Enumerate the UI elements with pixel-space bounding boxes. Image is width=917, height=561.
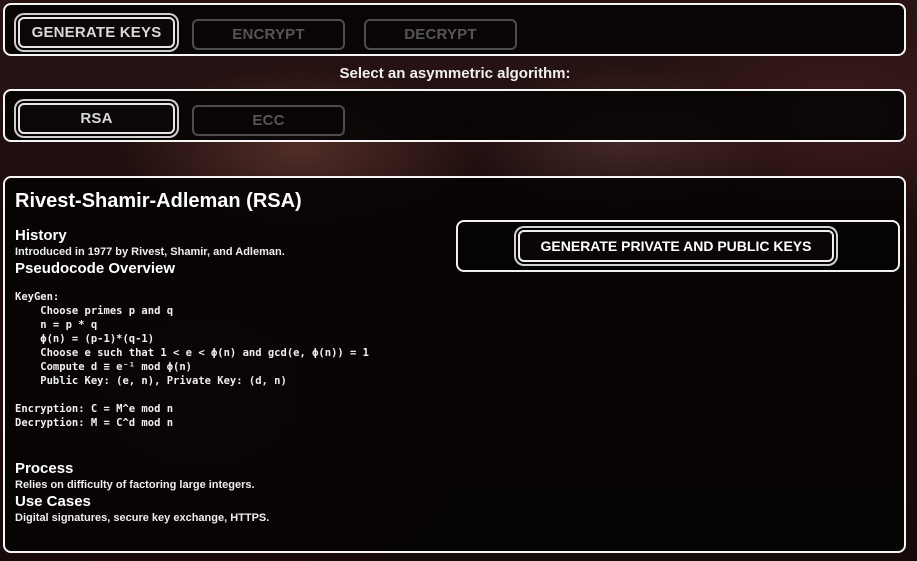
tab-rsa[interactable]: RSA <box>18 103 175 134</box>
algorithm-select-label: Select an asymmetric algorithm: <box>339 65 571 82</box>
tab-decrypt[interactable]: DECRYPT <box>364 19 517 50</box>
use-cases-text: Digital signatures, secure key exchange,… <box>15 512 270 524</box>
generate-keys-button[interactable]: GENERATE PRIVATE AND PUBLIC KEYS <box>518 230 834 262</box>
mode-tab-bar: GENERATE KEYS ENCRYPT DECRYPT <box>3 3 906 56</box>
use-cases-heading: Use Cases <box>15 493 91 510</box>
algorithm-tab-bar: RSA ECC <box>3 89 906 142</box>
tab-generate-keys[interactable]: GENERATE KEYS <box>18 17 175 48</box>
history-heading: History <box>15 227 67 244</box>
process-heading: Process <box>15 460 74 477</box>
pseudocode-block: KeyGen: Choose primes p and q n = p * q … <box>15 291 370 429</box>
history-text: Introduced in 1977 by Rivest, Shamir, an… <box>15 246 285 258</box>
tab-ecc[interactable]: ECC <box>192 105 345 136</box>
tab-encrypt[interactable]: ENCRYPT <box>192 19 345 50</box>
algorithm-description: Rivest-Shamir-Adleman (RSA) History Intr… <box>15 190 445 524</box>
rsa-info-panel: Rivest-Shamir-Adleman (RSA) History Intr… <box>3 176 906 553</box>
pseudocode-heading: Pseudocode Overview <box>15 260 176 277</box>
process-text: Relies on difficulty of factoring large … <box>15 479 255 491</box>
algorithm-title: Rivest-Shamir-Adleman (RSA) <box>15 190 302 212</box>
key-generation-box: GENERATE PRIVATE AND PUBLIC KEYS <box>456 220 900 272</box>
